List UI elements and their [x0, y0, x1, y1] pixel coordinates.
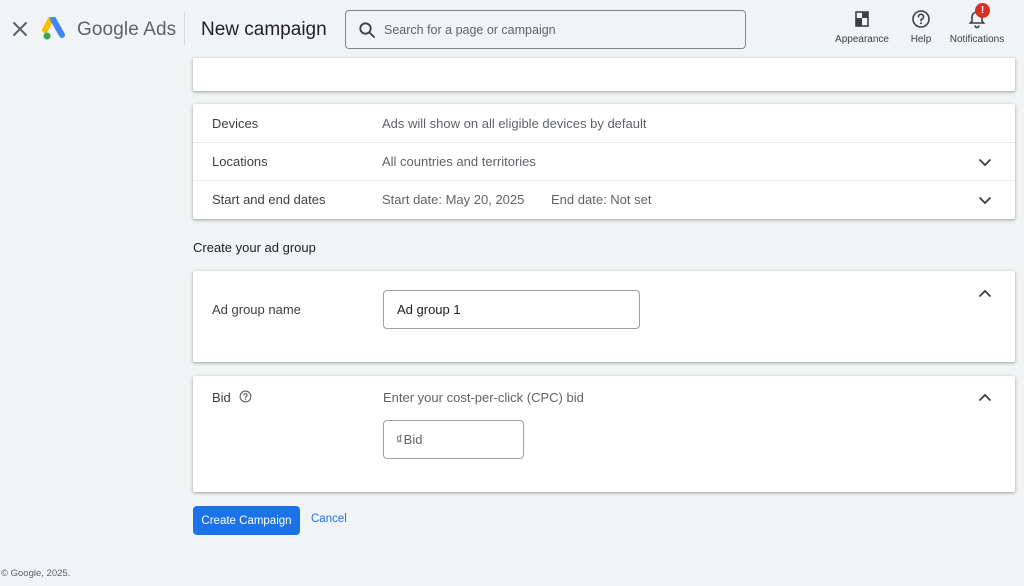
start-date-value: Start date: May 20, 2025 [382, 192, 525, 207]
notifications-badge: ! [975, 3, 990, 18]
appearance-button[interactable]: Appearance [834, 9, 890, 45]
bid-field[interactable]: ₫ [383, 420, 524, 459]
settings-row-devices[interactable]: Devices Ads will show on all eligible de… [193, 104, 1015, 142]
close-icon [13, 22, 27, 36]
settings-row-dates[interactable]: Start and end dates Start date: May 20, … [193, 180, 1015, 218]
appearance-icon [855, 11, 869, 27]
chevron-up-icon[interactable] [976, 389, 994, 407]
help-label: Help [910, 34, 932, 45]
bid-input[interactable] [403, 432, 523, 447]
header-divider [184, 12, 185, 46]
settings-row-locations[interactable]: Locations All countries and territories [193, 142, 1015, 180]
top-bar: Google Ads New campaign Appearance Help [0, 0, 1024, 58]
bid-card: Bid Enter your cost-per-click (CPC) bid … [193, 376, 1015, 492]
help-button[interactable]: Help [906, 9, 936, 45]
ad-group-heading: Create your ad group [193, 240, 316, 255]
search-icon [359, 21, 375, 38]
devices-label: Devices [212, 115, 259, 131]
currency-symbol: ₫ [396, 432, 403, 447]
bid-description: Enter your cost-per-click (CPC) bid [383, 390, 584, 405]
notifications-button[interactable]: ! Notifications [946, 3, 1008, 45]
search-input[interactable] [384, 22, 724, 37]
search-box[interactable] [345, 10, 746, 49]
appearance-label: Appearance [835, 34, 889, 45]
campaign-settings-card: Devices Ads will show on all eligible de… [193, 104, 1015, 219]
ad-group-name-field[interactable] [383, 290, 640, 329]
cancel-button[interactable]: Cancel [311, 513, 347, 525]
chevron-down-icon[interactable] [976, 191, 994, 209]
dates-label: Start and end dates [212, 192, 326, 207]
chevron-down-icon[interactable] [976, 153, 994, 171]
bid-label: Bid [212, 390, 231, 405]
locations-label: Locations [212, 154, 268, 169]
end-date-value: End date: Not set [551, 192, 652, 207]
locations-value: All countries and territories [382, 154, 536, 169]
ad-group-name-card: Ad group name [193, 271, 1015, 362]
ad-group-name-label: Ad group name [212, 302, 301, 317]
ad-group-name-input[interactable] [397, 302, 639, 317]
create-campaign-button[interactable]: Create Campaign [193, 506, 300, 535]
help-circle-icon [912, 10, 930, 28]
footer-copyright: © Google, 2025. [1, 568, 71, 579]
notifications-label: Notifications [949, 34, 1005, 45]
page-title: New campaign [201, 19, 327, 40]
help-icon[interactable] [239, 390, 252, 403]
previous-section-card [193, 58, 1015, 91]
google-ads-logo [42, 17, 65, 40]
close-button[interactable] [9, 18, 31, 40]
brand-name: Google Ads [77, 19, 177, 40]
devices-value: Ads will show on all eligible devices by… [382, 115, 647, 131]
chevron-up-icon[interactable] [976, 285, 994, 303]
